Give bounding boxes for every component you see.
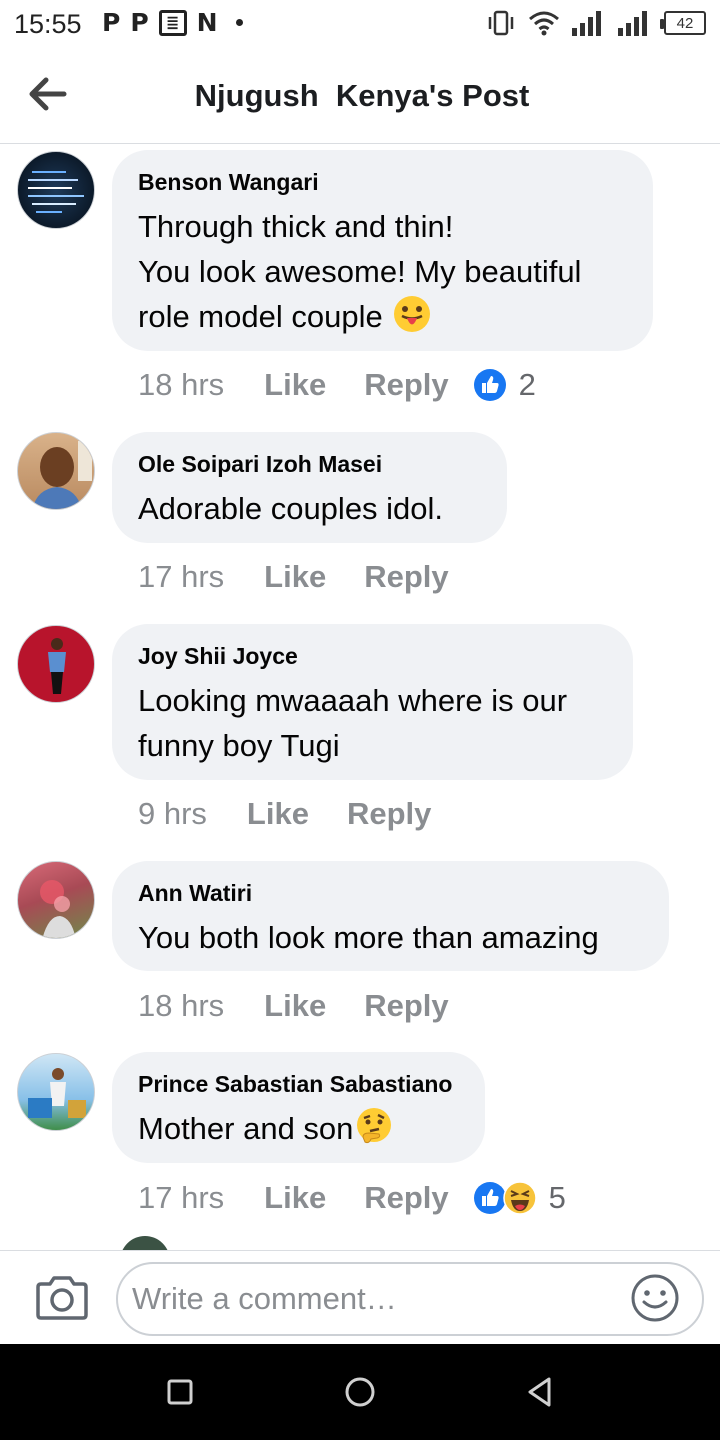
home-icon[interactable] (340, 1372, 380, 1412)
like-button[interactable]: Like (264, 988, 326, 1024)
reaction-count: 2 (518, 367, 536, 402)
avatar[interactable] (17, 625, 95, 703)
comment-author[interactable]: Benson Wangari (138, 168, 627, 196)
comment-text: You both look more than amazing (138, 920, 599, 955)
battery-icon: 42 (660, 11, 706, 35)
comment-timestamp[interactable]: 18 hrs (138, 367, 224, 403)
comment-meta: 17 hrs Like Reply (138, 557, 473, 597)
like-button[interactable]: Like (247, 796, 309, 832)
comment-input[interactable] (116, 1262, 704, 1336)
comment-bubble[interactable]: Benson Wangari Through thick and thin! Y… (112, 150, 653, 351)
reply-button[interactable]: Reply (364, 367, 448, 403)
comment-bubble[interactable]: Ole Soipari Izoh Masei Adorable couples … (112, 432, 507, 543)
page-title: Njugush Kenya's Post (194, 78, 530, 113)
app-notification-icon: P (130, 8, 149, 37)
avatar[interactable] (17, 151, 95, 229)
comment-bubble[interactable]: Ann Watiri You both look more than amazi… (112, 861, 669, 971)
status-indicators: 42 (486, 10, 706, 36)
comment-text: Looking mwaaaah where is our funny boy T… (138, 683, 568, 763)
avatar[interactable] (17, 432, 95, 510)
app-notification-icon: P (102, 8, 121, 37)
vibrate-icon (488, 10, 514, 36)
wifi-icon (529, 11, 559, 36)
comment-text-content: Mother and son (138, 1111, 354, 1146)
comment-timestamp[interactable]: 17 hrs (138, 1180, 224, 1216)
comment-timestamp[interactable]: 17 hrs (138, 559, 224, 595)
comment-text: Mother and son (138, 1106, 459, 1151)
haha-reaction-icon (502, 1181, 537, 1215)
comment-author[interactable]: Prince Sabastian Sabastiano (138, 1070, 459, 1098)
camera-icon[interactable] (34, 1275, 90, 1321)
comment-meta: 9 hrs Like Reply (138, 794, 455, 834)
avatar[interactable] (17, 861, 95, 939)
like-button[interactable]: Like (264, 1180, 326, 1216)
tongue-out-emoji-icon (393, 296, 430, 332)
reaction-count: 5 (548, 1180, 566, 1215)
status-time: 15:55 (14, 9, 82, 39)
system-nav-bar (0, 1344, 720, 1440)
comment-text: Through thick and thin! You look awesome… (138, 204, 627, 339)
comment-bubble[interactable]: Prince Sabastian Sabastiano Mother and s… (112, 1052, 485, 1163)
back-icon[interactable] (520, 1372, 560, 1412)
comment-timestamp[interactable]: 9 hrs (138, 796, 207, 832)
reply-button[interactable]: Reply (364, 988, 448, 1024)
reply-button[interactable]: Reply (364, 1180, 448, 1216)
reaction-summary[interactable]: 2 (473, 367, 536, 403)
signal-icon (572, 11, 601, 36)
comment-author[interactable]: Ann Watiri (138, 879, 643, 907)
avatar[interactable] (17, 1053, 95, 1131)
comment-author[interactable]: Joy Shii Joyce (138, 642, 607, 670)
comment-text: Adorable couples idol. (138, 491, 444, 526)
more-notifications-dot-icon (235, 19, 243, 26)
comment-composer (0, 1250, 720, 1344)
news-notification-icon: ≣ (158, 9, 187, 36)
comment-meta: 18 hrs Like Reply 2 (138, 365, 536, 405)
thinking-face-emoji-icon (357, 1108, 392, 1144)
emoji-picker-icon[interactable] (630, 1273, 680, 1323)
comment-meta: 17 hrs Like Reply 5 (138, 1178, 566, 1218)
comment-text-content: Through thick and thin! You look awesome… (138, 209, 582, 334)
reply-button[interactable]: Reply (347, 796, 431, 832)
comment-meta: 18 hrs Like Reply (138, 986, 473, 1026)
comment-bubble[interactable]: Joy Shii Joyce Looking mwaaaah where is … (112, 624, 633, 780)
comment-timestamp[interactable]: 18 hrs (138, 988, 224, 1024)
post-header: Njugush Kenya's Post (0, 50, 720, 144)
status-bar: 15:55 P P ≣ N 42 (0, 0, 720, 50)
comment-list[interactable]: Benson Wangari Through thick and thin! Y… (0, 145, 720, 1250)
like-button[interactable]: Like (264, 367, 326, 403)
status-app-icons: P P ≣ N (102, 8, 243, 37)
like-reaction-icon (473, 369, 506, 401)
recent-apps-icon[interactable] (160, 1372, 200, 1412)
signal-icon (618, 11, 647, 36)
like-button[interactable]: Like (264, 559, 326, 595)
reaction-summary[interactable]: 5 (473, 1180, 566, 1216)
app-notification-icon: N (196, 8, 218, 37)
like-reaction-icon (473, 1182, 506, 1214)
comment-author[interactable]: Ole Soipari Izoh Masei (138, 450, 481, 478)
reply-button[interactable]: Reply (364, 559, 448, 595)
